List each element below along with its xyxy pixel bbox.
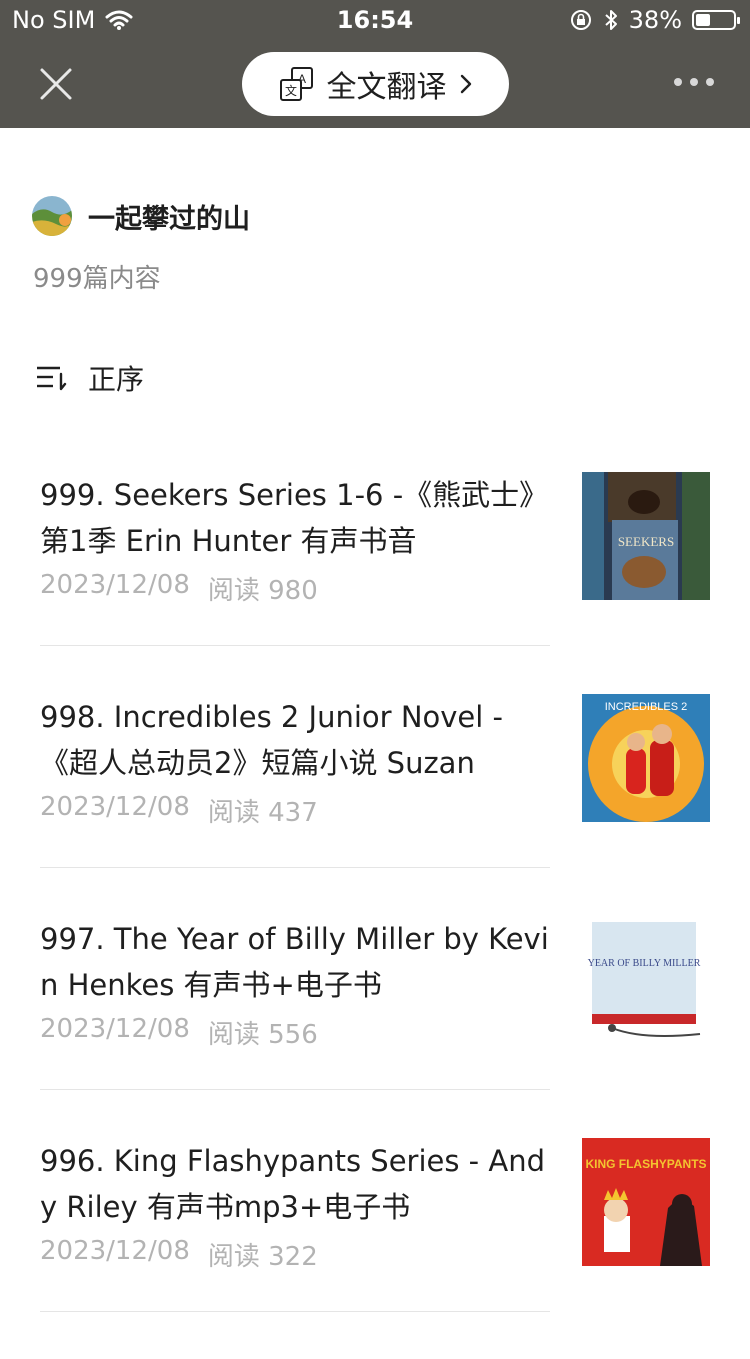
article-reads: 阅读 556 [207,1020,318,1050]
translate-icon: A 文 [279,67,313,101]
list-item[interactable]: 998. Incredibles 2 Junior Novel -《超人总动员2… [40,694,710,915]
thumb-text: YEAR OF BILLY MILLER [588,958,701,969]
article-title: 996. King Flashypants Series - Andy Rile… [40,1144,545,1224]
divider [40,645,550,646]
author-name: 一起攀过的山 [88,203,250,235]
thumb-text: INCREDIBLES 2 [605,701,688,713]
author-header[interactable]: 一起攀过的山 [32,196,250,236]
orientation-lock-icon [570,10,591,30]
bluetooth-icon [604,10,617,30]
article-date: 2023/12/08 [40,570,190,600]
list-item[interactable]: 999. Seekers Series 1-6 -《熊武士》第1季 Erin H… [40,472,710,693]
status-bar: No SIM 16:54 38% [0,0,750,40]
article-meta: 2023/12/08 阅读 980 [40,570,318,607]
top-bar: No SIM 16:54 38% A 文 全文翻译 [0,0,750,128]
article-count: 999篇内容 [33,264,161,294]
article-title: 998. Incredibles 2 Junior Novel -《超人总动员2… [40,700,503,780]
article-meta: 2023/12/08 阅读 437 [40,792,318,829]
svg-text:文: 文 [284,83,296,98]
battery-icon [692,10,740,30]
sort-toggle[interactable]: 正序 [36,358,144,398]
article-title: 997. The Year of Billy Miller by Kevin H… [40,922,549,1002]
avatar[interactable] [32,196,72,236]
sort-icon [37,366,67,391]
article-meta: 2023/12/08 阅读 556 [40,1014,318,1051]
list-item[interactable]: 996. King Flashypants Series - Andy Rile… [40,1138,710,1359]
article-date: 2023/12/08 [40,792,190,822]
divider [40,867,550,868]
more-icon[interactable] [674,78,714,86]
close-icon[interactable] [36,64,76,104]
divider [40,1311,550,1312]
article-thumbnail: SEEKERS [582,472,710,600]
article-meta: 2023/12/08 阅读 322 [40,1236,318,1273]
chevron-right-icon [460,74,471,94]
article-date: 2023/12/08 [40,1014,190,1044]
article-thumbnail: KING FLASHYPANTS [582,1138,710,1266]
translate-button[interactable]: A 文 全文翻译 [242,52,509,116]
divider [40,1089,550,1090]
article-reads: 阅读 437 [207,798,318,828]
battery-percent: 38% [628,6,682,34]
article-thumbnail: YEAR OF BILLY MILLER [582,916,710,1044]
article-reads: 阅读 980 [207,576,318,606]
article-thumbnail: INCREDIBLES 2 [582,694,710,822]
sort-label: 正序 [88,363,145,396]
article-date: 2023/12/08 [40,1236,190,1266]
translate-label: 全文翻译 [326,70,447,105]
list-item[interactable]: 997. The Year of Billy Miller by Kevin H… [40,916,710,1137]
thumb-text: KING FLASHYPANTS [585,1157,706,1171]
thumb-text: SEEKERS [618,534,674,549]
article-reads: 阅读 322 [207,1242,318,1272]
article-title: 999. Seekers Series 1-6 -《熊武士》第1季 Erin H… [40,478,549,558]
